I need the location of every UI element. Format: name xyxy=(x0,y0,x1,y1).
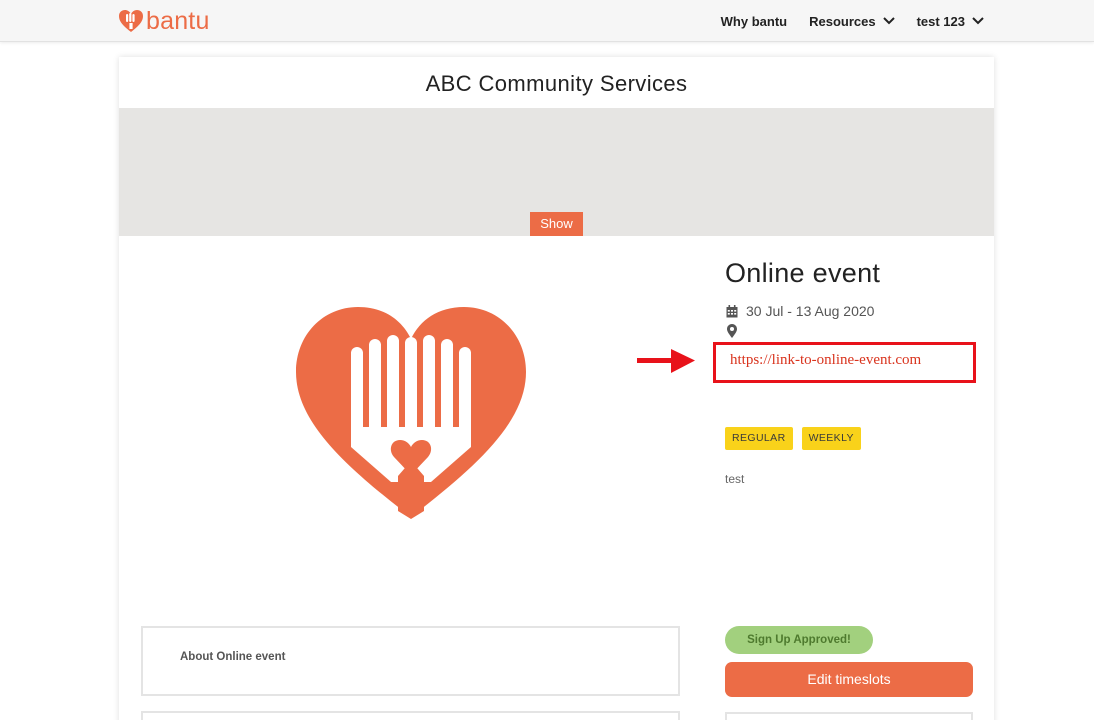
event-description: test xyxy=(725,472,745,486)
nav-resources-label: Resources xyxy=(809,13,876,29)
nav-why-bantu-label: Why bantu xyxy=(720,13,788,29)
event-image xyxy=(296,307,526,527)
secondary-right-panel xyxy=(725,712,973,720)
calendar-icon xyxy=(726,304,738,317)
event-tags: REGULAR WEEKLY xyxy=(725,427,861,450)
org-title: ABC Community Services xyxy=(425,71,688,96)
top-navbar: bantu Why bantu Resources test 123 xyxy=(0,0,1094,42)
secondary-panel xyxy=(141,711,680,720)
tag-regular: REGULAR xyxy=(725,427,793,450)
nav-user-dropdown[interactable]: test 123 xyxy=(917,14,984,29)
show-button[interactable]: Show xyxy=(530,212,583,236)
event-date-row: 30 Jul - 13 Aug 2020 xyxy=(726,303,874,319)
chevron-down-icon xyxy=(972,17,984,25)
heart-hands-logo-icon xyxy=(296,307,526,519)
nav-why-bantu[interactable]: Why bantu xyxy=(721,14,787,29)
event-card: ABC Community Services Show Online event xyxy=(119,57,994,720)
event-title: Online event xyxy=(725,258,881,288)
event-date: 30 Jul - 13 Aug 2020 xyxy=(746,303,875,319)
bantu-logo[interactable]: bantu xyxy=(118,7,210,35)
bantu-logo-icon xyxy=(119,10,143,32)
online-event-link[interactable]: https://link-to-online-event.com xyxy=(730,352,921,369)
edit-timeslots-button[interactable]: Edit timeslots xyxy=(725,662,973,697)
tag-weekly: WEEKLY xyxy=(801,427,861,450)
chevron-down-icon xyxy=(882,17,895,25)
map-pin-icon xyxy=(727,324,737,338)
nav-user-label: test 123 xyxy=(916,13,965,29)
event-location-row xyxy=(727,324,737,343)
signup-status-badge: Sign Up Approved! xyxy=(725,626,873,654)
nav-menu: Why bantu Resources test 123 xyxy=(721,0,984,42)
nav-resources-dropdown[interactable]: Resources xyxy=(809,13,895,29)
logo-text: bantu xyxy=(146,7,210,35)
arrow-right-icon xyxy=(637,349,695,373)
about-event-label: About Online event xyxy=(180,651,286,663)
about-event-panel: About Online event xyxy=(141,626,680,696)
